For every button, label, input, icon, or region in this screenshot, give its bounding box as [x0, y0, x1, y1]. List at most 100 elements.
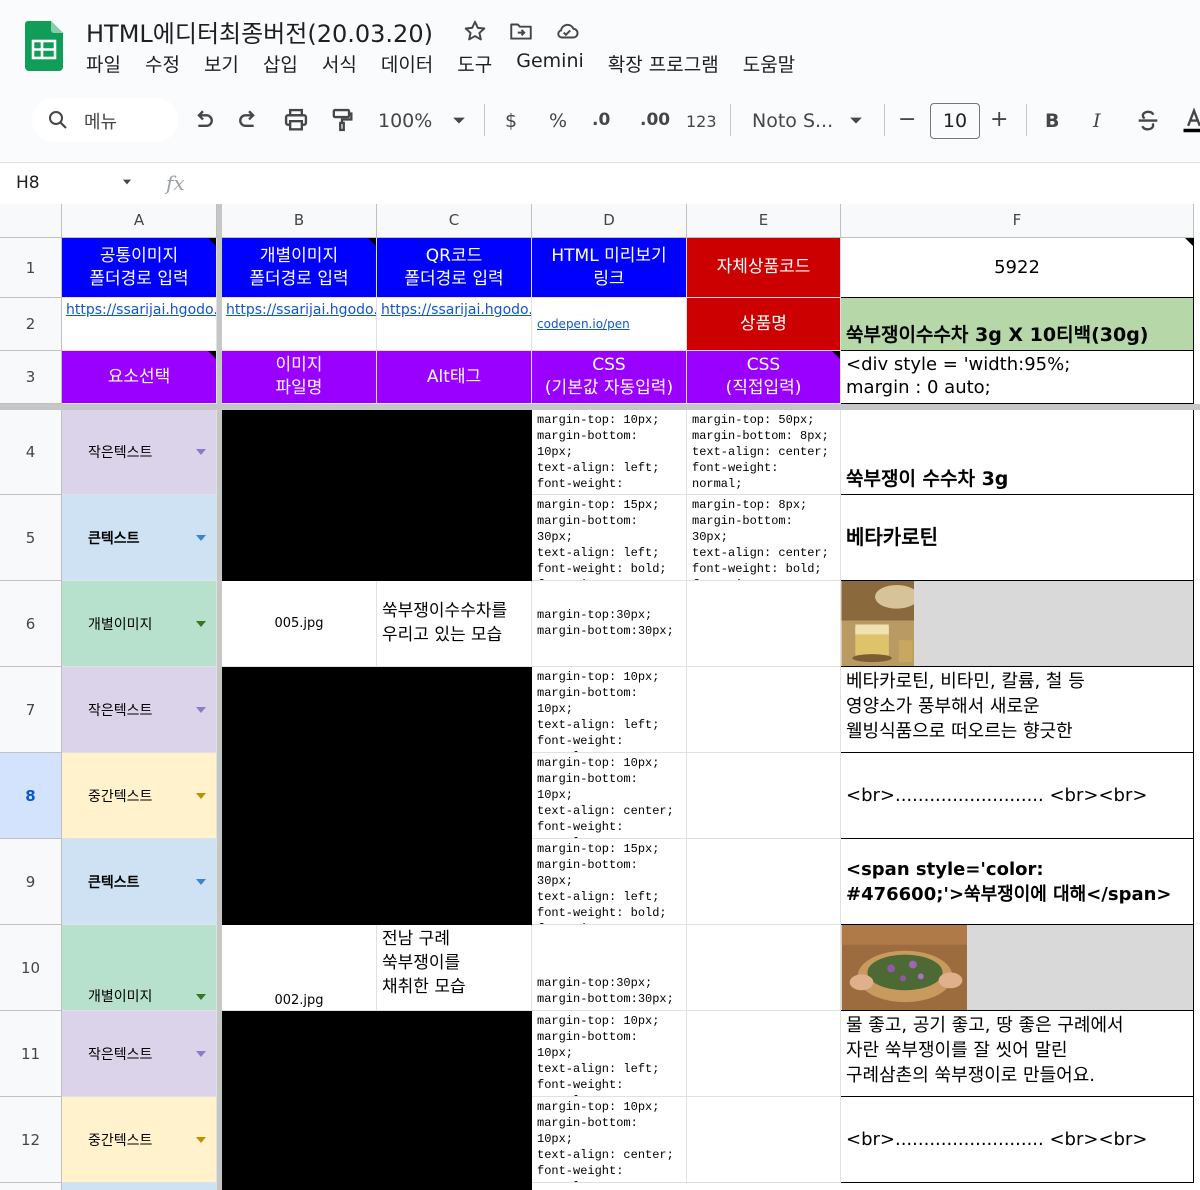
cell-b9[interactable]	[222, 839, 377, 925]
row-header-13[interactable]	[0, 1183, 62, 1190]
menu-gemini[interactable]: Gemini	[516, 50, 584, 76]
dropdown-caret-icon[interactable]	[196, 706, 206, 713]
cell-c12[interactable]	[377, 1097, 532, 1183]
cell-e6-css[interactable]	[687, 581, 841, 667]
cell-c6-alt[interactable]: 쑥부쟁이수수차를 우리고 있는 모습	[377, 581, 532, 667]
row-header-4[interactable]: 4	[0, 410, 62, 495]
cell-b3[interactable]: 이미지 파일명	[222, 351, 377, 404]
row-header-9[interactable]: 9	[0, 839, 62, 925]
cell-f9[interactable]: <span style='color: #476600;'>쑥부쟁이에 대해</…	[841, 839, 1194, 925]
dropdown-caret-icon[interactable]	[196, 534, 206, 541]
cell-c2-link[interactable]: https://ssarijai.hgodo.com/qr/	[377, 298, 532, 351]
font-size-decrease-button[interactable]: −	[898, 107, 916, 132]
cell-b6-filename[interactable]: 005.jpg	[222, 581, 377, 667]
cell-f4[interactable]: 쑥부쟁이 수수차 3g	[841, 410, 1194, 495]
row-header-6[interactable]: 6	[0, 581, 62, 667]
menu-help[interactable]: 도움말	[743, 50, 795, 76]
cell-c11[interactable]	[377, 1011, 532, 1097]
element-type-chip[interactable]: 작은텍스트	[62, 1011, 217, 1097]
cell-f8[interactable]: <br>.......................... <br><br>	[841, 753, 1194, 839]
select-all-corner[interactable]	[0, 204, 62, 238]
dropdown-caret-icon[interactable]	[196, 878, 206, 885]
cell-a3[interactable]: 요소선택	[62, 351, 217, 404]
cell-e8-css[interactable]	[687, 753, 841, 839]
cell-b8[interactable]	[222, 753, 377, 839]
dropdown-caret-icon[interactable]	[196, 620, 206, 627]
bold-button[interactable]: B	[1045, 110, 1059, 132]
cell-e9-css[interactable]	[687, 839, 841, 925]
element-type-chip[interactable]: 개별이미지	[62, 581, 217, 667]
font-size-input[interactable]: 10	[930, 103, 980, 139]
column-header-e[interactable]: E	[687, 204, 841, 238]
cell-d1[interactable]: HTML 미리보기 링크	[532, 238, 687, 298]
paint-format-icon[interactable]	[328, 106, 356, 134]
cell-b13[interactable]	[222, 1183, 532, 1190]
cloud-saved-icon[interactable]	[554, 18, 580, 44]
cell-c5[interactable]	[377, 495, 532, 581]
cell-c8[interactable]	[377, 753, 532, 839]
cell-d4-css[interactable]: margin-top: 10px; margin-bottom: 10px; t…	[532, 410, 687, 495]
cell-e2[interactable]: 상품명	[687, 298, 841, 351]
element-type-chip[interactable]: 개별이미지	[62, 925, 217, 1011]
name-box[interactable]: H8	[16, 173, 40, 193]
frozen-column-divider[interactable]	[217, 204, 222, 1190]
italic-button[interactable]: I	[1093, 110, 1101, 132]
cell-b1[interactable]: 개별이미지 폴더경로 입력	[222, 238, 377, 298]
cell-d8-css[interactable]: margin-top: 10px; margin-bottom: 10px; t…	[532, 753, 687, 839]
cell-c7[interactable]	[377, 667, 532, 753]
font-size-increase-button[interactable]: +	[990, 107, 1008, 132]
row-header-11[interactable]: 11	[0, 1011, 62, 1097]
cell-f10-image[interactable]	[841, 925, 1194, 1011]
zoom-dropdown-caret-icon[interactable]	[445, 106, 473, 134]
move-to-folder-icon[interactable]	[508, 18, 534, 44]
cell-f1[interactable]: 5922	[841, 238, 1194, 298]
cell-b5[interactable]	[222, 495, 377, 581]
cell-e7-css[interactable]	[687, 667, 841, 753]
dropdown-caret-icon[interactable]	[196, 1136, 206, 1143]
cell-b12[interactable]	[222, 1097, 377, 1183]
dropdown-caret-icon[interactable]	[196, 994, 206, 1000]
cell-e1[interactable]: 자체상품코드	[687, 238, 841, 298]
cell-f12[interactable]: <br>.......................... <br><br>	[841, 1097, 1194, 1183]
column-header-c[interactable]: C	[377, 204, 532, 238]
cell-d2-link[interactable]: codepen.io/pen	[532, 298, 687, 351]
row-header-10[interactable]: 10	[0, 925, 62, 1011]
dropdown-caret-icon[interactable]	[196, 792, 206, 799]
frozen-row-divider[interactable]	[0, 404, 1200, 410]
element-type-chip[interactable]: 중간텍스트	[62, 753, 217, 839]
font-dropdown-caret-icon[interactable]	[842, 106, 870, 134]
strikethrough-icon[interactable]	[1134, 106, 1162, 134]
cell-d7-css[interactable]: margin-top: 10px; margin-bottom: 10px; t…	[532, 667, 687, 753]
redo-icon[interactable]	[235, 106, 263, 134]
element-type-chip[interactable]: 중간텍스트	[62, 1097, 217, 1183]
name-box-caret-icon[interactable]	[120, 175, 134, 189]
dropdown-caret-icon[interactable]	[196, 449, 206, 455]
cell-b7[interactable]	[222, 667, 377, 753]
cell-e4-css[interactable]: margin-top: 50px; margin-bottom: 8px; te…	[687, 410, 841, 495]
menu-search[interactable]: 메뉴	[32, 98, 178, 142]
menu-format[interactable]: 서식	[322, 50, 357, 76]
row-header-12[interactable]: 12	[0, 1097, 62, 1183]
text-color-icon[interactable]	[1180, 106, 1200, 134]
cell-d6-css[interactable]: margin-top:30px; margin-bottom:30px;	[532, 581, 687, 667]
decrease-decimal-button[interactable]: .0	[592, 110, 610, 130]
menu-tools[interactable]: 도구	[457, 50, 492, 76]
cell-f7[interactable]: 베타카로틴, 비타민, 칼륨, 철 등 영양소가 풍부해서 새로운 웰빙식품으로…	[841, 667, 1194, 753]
dropdown-caret-icon[interactable]	[196, 1050, 206, 1057]
column-header-f[interactable]: F	[841, 204, 1194, 238]
cell-d11-css[interactable]: margin-top: 10px; margin-bottom: 10px; t…	[532, 1011, 687, 1097]
menu-data[interactable]: 데이터	[381, 50, 433, 76]
cell-e3[interactable]: CSS (직접입력)	[687, 351, 841, 404]
cell-e12-css[interactable]	[687, 1097, 841, 1183]
cell-f5[interactable]: 베타카로틴	[841, 495, 1194, 581]
row-header-3[interactable]: 3	[0, 351, 62, 404]
element-type-chip[interactable]: 큰텍스트	[62, 495, 217, 581]
cell-c3[interactable]: Alt태그	[377, 351, 532, 404]
menu-file[interactable]: 파일	[86, 50, 121, 76]
sheets-logo-icon[interactable]	[25, 21, 63, 71]
cell-b10-filename[interactable]: 002.jpg	[222, 925, 377, 1011]
menu-insert[interactable]: 삽입	[263, 50, 298, 76]
cell-c9[interactable]	[377, 839, 532, 925]
element-type-chip[interactable]: 작은텍스트	[62, 410, 217, 495]
row-header-2[interactable]: 2	[0, 298, 62, 351]
